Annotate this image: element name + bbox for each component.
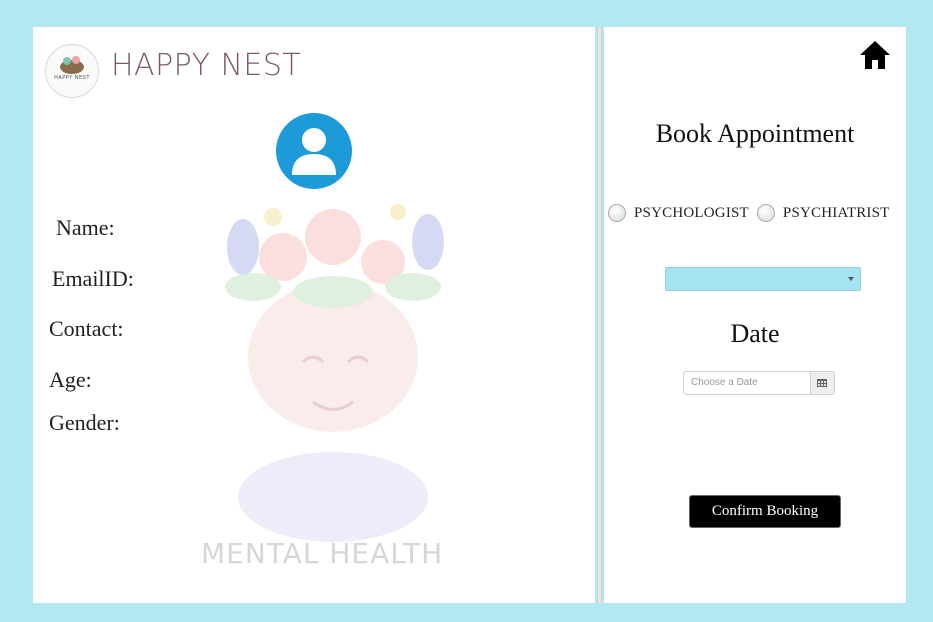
- booking-panel: Book Appointment PSYCHOLOGIST PSYCHIATRI…: [604, 27, 906, 603]
- brand-name: HAPPY NEST: [111, 48, 302, 83]
- happy-nest-logo: HAPPY NEST: [45, 44, 99, 98]
- email-label: EmailID:: [52, 266, 134, 291]
- psychologist-radio[interactable]: [608, 204, 626, 222]
- chevron-down-icon: [848, 277, 854, 281]
- nest-logo-icon: [60, 56, 84, 74]
- age-label: Age:: [49, 367, 92, 392]
- profile-panel: MENTAL HEALTH HAPPY NEST HAPPY NEST Name…: [33, 27, 595, 603]
- home-icon[interactable]: [858, 39, 892, 71]
- calendar-button[interactable]: [811, 371, 835, 395]
- user-avatar: [276, 113, 352, 189]
- logo-text: HAPPY NEST: [54, 75, 90, 81]
- date-input[interactable]: Choose a Date: [683, 371, 811, 395]
- panel-divider: [597, 27, 602, 603]
- psychologist-label: PSYCHOLOGIST: [634, 204, 749, 221]
- user-icon: [292, 128, 336, 175]
- book-appointment-title: Book Appointment: [655, 119, 855, 148]
- contact-label: Contact:: [49, 316, 124, 341]
- calendar-icon: [817, 379, 827, 387]
- psychiatrist-radio[interactable]: [756, 204, 775, 222]
- confirm-booking-button[interactable]: Confirm Booking: [689, 495, 841, 528]
- psychiatrist-label: PSYCHIATRIST: [782, 204, 890, 221]
- mental-health-illustration: [225, 204, 444, 542]
- date-title: Date: [730, 319, 780, 348]
- doctor-select[interactable]: [665, 267, 861, 291]
- specialist-options: PSYCHOLOGIST PSYCHIATRIST: [608, 204, 890, 222]
- gender-label: Gender:: [49, 410, 120, 435]
- name-label: Name:: [56, 215, 115, 240]
- footer-strip: [33, 603, 906, 622]
- illustration-caption: MENTAL HEALTH: [201, 537, 444, 570]
